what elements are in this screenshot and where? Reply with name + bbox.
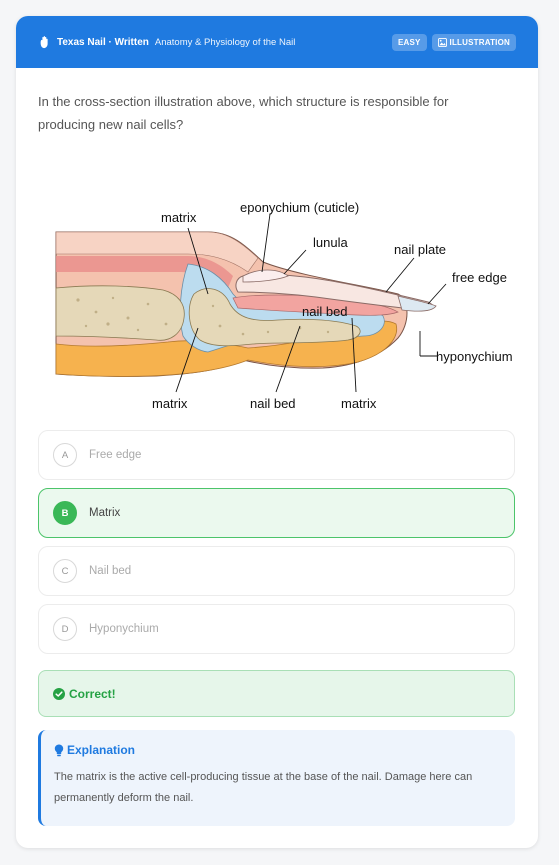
label-nail-bed-bottom: nail bed	[250, 396, 296, 411]
type-badge: ILLUSTRATION	[431, 33, 516, 51]
nail-cross-section-illustration: matrix eponychium (cuticle) lunula nail …	[55, 200, 513, 411]
option-text-b: Matrix	[89, 507, 121, 519]
explanation-body: The matrix is the active cell-producing …	[54, 771, 473, 804]
option-text-d: Hyponychium	[89, 623, 159, 635]
label-matrix-bottom-right: matrix	[341, 396, 377, 411]
explanation-panel: Explanation The matrix is the active cel…	[38, 730, 515, 826]
difficulty-badge: EASY	[391, 33, 427, 51]
label-nail-plate: nail plate	[394, 242, 446, 257]
check-circle-icon	[53, 687, 65, 700]
answer-option-c[interactable]: C Nail bed	[38, 546, 515, 596]
label-matrix-top: matrix	[161, 210, 197, 225]
label-hyponychium: hyponychium	[436, 349, 513, 364]
option-letter-d: D	[53, 617, 77, 641]
hand-icon	[40, 36, 48, 49]
option-letter-a: A	[53, 443, 77, 467]
option-letter-b: B	[53, 501, 77, 525]
card-header: Texas Nail · Written Anatomy & Physiolog…	[16, 16, 538, 68]
lightbulb-icon	[54, 744, 64, 756]
label-free-edge: free edge	[452, 270, 507, 285]
topic-label: Anatomy & Physiology of the Nail	[154, 36, 296, 48]
explanation-title: Explanation	[67, 743, 136, 757]
label-nail-bed-mid: nail bed	[302, 304, 348, 319]
answer-option-a[interactable]: A Free edge	[38, 430, 515, 480]
image-icon	[437, 37, 447, 47]
question-text: In the cross-section illustration above,…	[38, 94, 449, 132]
answer-option-b[interactable]: B Matrix	[38, 488, 515, 538]
answer-option-d[interactable]: D Hyponychium	[38, 604, 515, 654]
difficulty-badge-label: EASY	[397, 37, 421, 47]
bone-middle-phalanx	[55, 285, 185, 341]
option-text-a: Free edge	[89, 449, 142, 461]
label-lunula: lunula	[313, 235, 348, 250]
result-text: Correct!	[69, 686, 116, 701]
type-badge-label: ILLUSTRATION	[449, 37, 510, 47]
option-text-c: Nail bed	[89, 565, 132, 577]
label-eponychium: eponychium (cuticle)	[240, 200, 359, 215]
result-banner: Correct!	[38, 670, 515, 717]
label-matrix-bottom-left: matrix	[152, 396, 188, 411]
app-brand: Texas Nail · Written	[57, 36, 149, 48]
explanation-header: Explanation	[54, 743, 502, 757]
question-card: Texas Nail · Written Anatomy & Physiolog…	[16, 16, 538, 848]
option-letter-c: C	[53, 559, 77, 583]
